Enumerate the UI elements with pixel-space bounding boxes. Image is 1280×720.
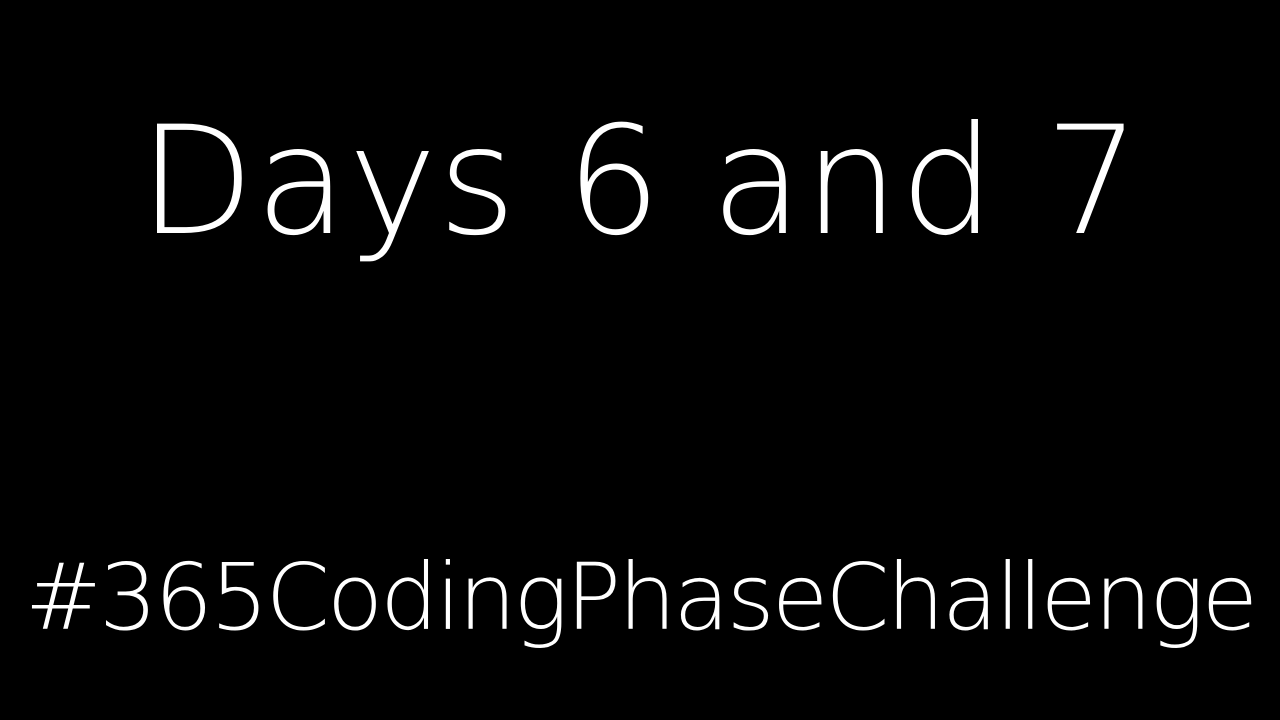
slide-hashtag: #365CodingPhaseChallenge bbox=[24, 544, 1258, 651]
title-slide: Days 6 and 7 #365CodingPhaseChallenge bbox=[0, 0, 1280, 720]
slide-title: Days 6 and 7 bbox=[138, 95, 1142, 269]
